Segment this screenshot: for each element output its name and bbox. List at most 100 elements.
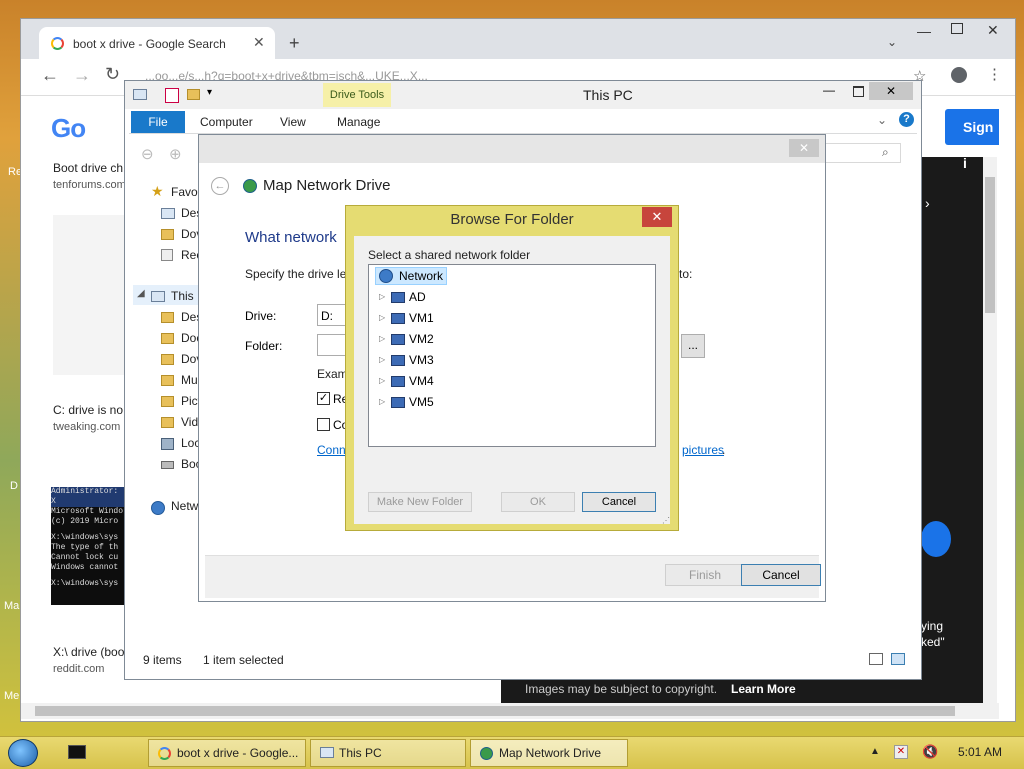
tab-computer[interactable]: Computer [200, 115, 253, 129]
tree-node-network[interactable]: Network [399, 269, 443, 283]
mnd-back-icon[interactable]: ← [211, 177, 229, 195]
next-image-icon[interactable]: › [925, 195, 930, 211]
browse-button[interactable]: ... [681, 334, 705, 358]
connect-link-left[interactable]: Conn [317, 443, 346, 457]
properties-icon[interactable] [165, 88, 179, 103]
new-tab-button[interactable]: + [289, 33, 300, 54]
resize-grip-icon[interactable]: ⋰ [662, 516, 670, 525]
nav-item-this-pc[interactable]: This I [171, 289, 200, 303]
tree-node-vm1[interactable]: VM1 [409, 311, 434, 325]
mnd-close-icon[interactable]: ✕ [789, 139, 819, 157]
computer-icon [391, 355, 405, 366]
maximize-icon[interactable] [853, 86, 864, 97]
result-thumbnail[interactable] [53, 215, 129, 375]
nav-item-network[interactable]: Netw [171, 499, 198, 513]
desktop-label-me[interactable]: Me [4, 690, 19, 702]
help-icon[interactable]: ? [899, 112, 914, 127]
tab-file[interactable]: File [131, 111, 185, 133]
browser-minimize-icon[interactable]: — [917, 23, 931, 39]
desktop-label-d[interactable]: D [10, 480, 18, 492]
result-title[interactable]: X:\ drive (boo [53, 645, 124, 659]
qat-dropdown-icon[interactable]: ▾ [207, 87, 212, 98]
tree-node-vm2[interactable]: VM2 [409, 332, 434, 346]
tab-close-icon[interactable]: ✕ [253, 34, 265, 51]
learn-more-link[interactable]: Learn More [731, 682, 796, 696]
nav-back-icon[interactable]: ⊖ [141, 145, 154, 163]
start-button[interactable] [8, 739, 38, 767]
menu-dots-icon[interactable]: ⋮ [987, 65, 1002, 83]
desktop-label-ma[interactable]: Ma [4, 600, 19, 612]
bff-instruction: Select a shared network folder [368, 248, 531, 262]
tab-search-icon[interactable]: ⌄ [887, 35, 897, 49]
result-title[interactable]: C: drive is no [53, 403, 123, 417]
cmd-line: Administrator: X [51, 487, 125, 507]
large-icons-view-icon[interactable] [891, 653, 905, 665]
expand-arrow-icon[interactable]: ▷ [379, 355, 385, 364]
expand-arrow-icon[interactable]: ▷ [379, 313, 385, 322]
ribbon-expand-icon[interactable]: ⌄ [877, 113, 887, 127]
reconnect-checkbox[interactable]: ✓ [317, 392, 330, 405]
browser-maximize-icon[interactable] [951, 23, 963, 34]
scrollbar-thumb[interactable] [985, 177, 995, 313]
tree-node-vm3[interactable]: VM3 [409, 353, 434, 367]
sign-in-button[interactable]: Sign i [945, 109, 999, 171]
vertical-scrollbar[interactable] [983, 157, 997, 709]
status-item-count: 9 items [143, 653, 182, 667]
nav-item-videos[interactable]: Vid [181, 415, 198, 429]
bff-title: Browse For Folder [450, 211, 574, 228]
search-box[interactable]: ⌕ [825, 143, 901, 163]
horizontal-scrollbar[interactable] [21, 703, 999, 719]
connect-link-right[interactable]: pictures [682, 443, 724, 457]
credentials-checkbox[interactable] [317, 418, 330, 431]
bff-cancel-button[interactable]: Cancel [582, 492, 656, 512]
close-icon[interactable]: ✕ [869, 82, 913, 100]
finish-button[interactable]: Finish [665, 564, 745, 586]
computer-icon [391, 313, 405, 324]
tray-overflow-icon[interactable]: ▲ [870, 746, 880, 757]
tab-view[interactable]: View [280, 115, 306, 129]
forward-arrow-icon[interactable]: → [73, 65, 91, 86]
profile-avatar-icon[interactable] [951, 67, 967, 83]
nav-item-music[interactable]: Mu [181, 373, 198, 387]
tree-node-vm5[interactable]: VM5 [409, 395, 434, 409]
expand-arrow-icon[interactable]: ▷ [379, 397, 385, 406]
expand-arrow-icon[interactable]: ▷ [379, 334, 385, 343]
browser-close-icon[interactable]: ✕ [987, 22, 999, 39]
tab-manage[interactable]: Manage [337, 115, 380, 129]
search-icon: ⌕ [882, 145, 889, 159]
back-arrow-icon[interactable]: ← [41, 65, 59, 86]
browser-tab[interactable]: boot x drive - Google Search ✕ [39, 27, 275, 59]
bff-ok-button[interactable]: OK [501, 492, 575, 512]
expand-arrow-icon[interactable]: ◢ [137, 288, 145, 299]
result-site: tenforums.com [53, 179, 126, 191]
nav-item-favorites[interactable]: Favo [171, 185, 198, 199]
example-text: Exam [317, 367, 348, 381]
expand-arrow-icon[interactable]: ▷ [379, 376, 385, 385]
tree-node-vm4[interactable]: VM4 [409, 374, 434, 388]
visit-button[interactable] [921, 521, 951, 557]
expand-arrow-icon[interactable]: ▷ [379, 292, 385, 301]
scrollbar-thumb[interactable] [35, 706, 955, 716]
computer-icon [320, 747, 334, 758]
recent-places-icon [161, 249, 173, 261]
nav-forward-icon[interactable]: ⊕ [169, 145, 182, 163]
tree-node-ad[interactable]: AD [409, 290, 426, 304]
bff-close-icon[interactable]: ✕ [642, 207, 672, 227]
details-view-icon[interactable] [869, 653, 883, 665]
make-new-folder-button[interactable]: Make New Folder [368, 492, 472, 512]
mnd-specify-text: Specify the drive let [245, 267, 350, 281]
folder-tree[interactable]: Network ▷ AD ▷ VM1 ▷ VM2 ▷ VM3 ▷ VM4 ▷ V… [368, 264, 656, 447]
cmd-taskbar-icon[interactable] [68, 745, 86, 759]
new-folder-icon[interactable] [187, 89, 200, 100]
taskbar-item-chrome[interactable]: boot x drive - Google... [148, 739, 306, 767]
clock[interactable]: 5:01 AM [958, 745, 1002, 759]
volume-muted-icon[interactable]: 🔇 [922, 744, 938, 760]
mnd-cancel-button[interactable]: Cancel [741, 564, 821, 586]
action-center-icon[interactable]: ✕ [894, 745, 908, 759]
cmd-thumbnail[interactable]: Administrator: X Microsoft Windo (c) 201… [51, 487, 125, 605]
minimize-icon[interactable]: — [823, 83, 835, 97]
reload-icon[interactable]: ↻ [105, 64, 120, 85]
google-logo[interactable]: Go [51, 113, 86, 144]
result-title[interactable]: Boot drive ch [53, 161, 123, 175]
taskbar-item-map-drive[interactable]: Map Network Drive [470, 739, 628, 767]
